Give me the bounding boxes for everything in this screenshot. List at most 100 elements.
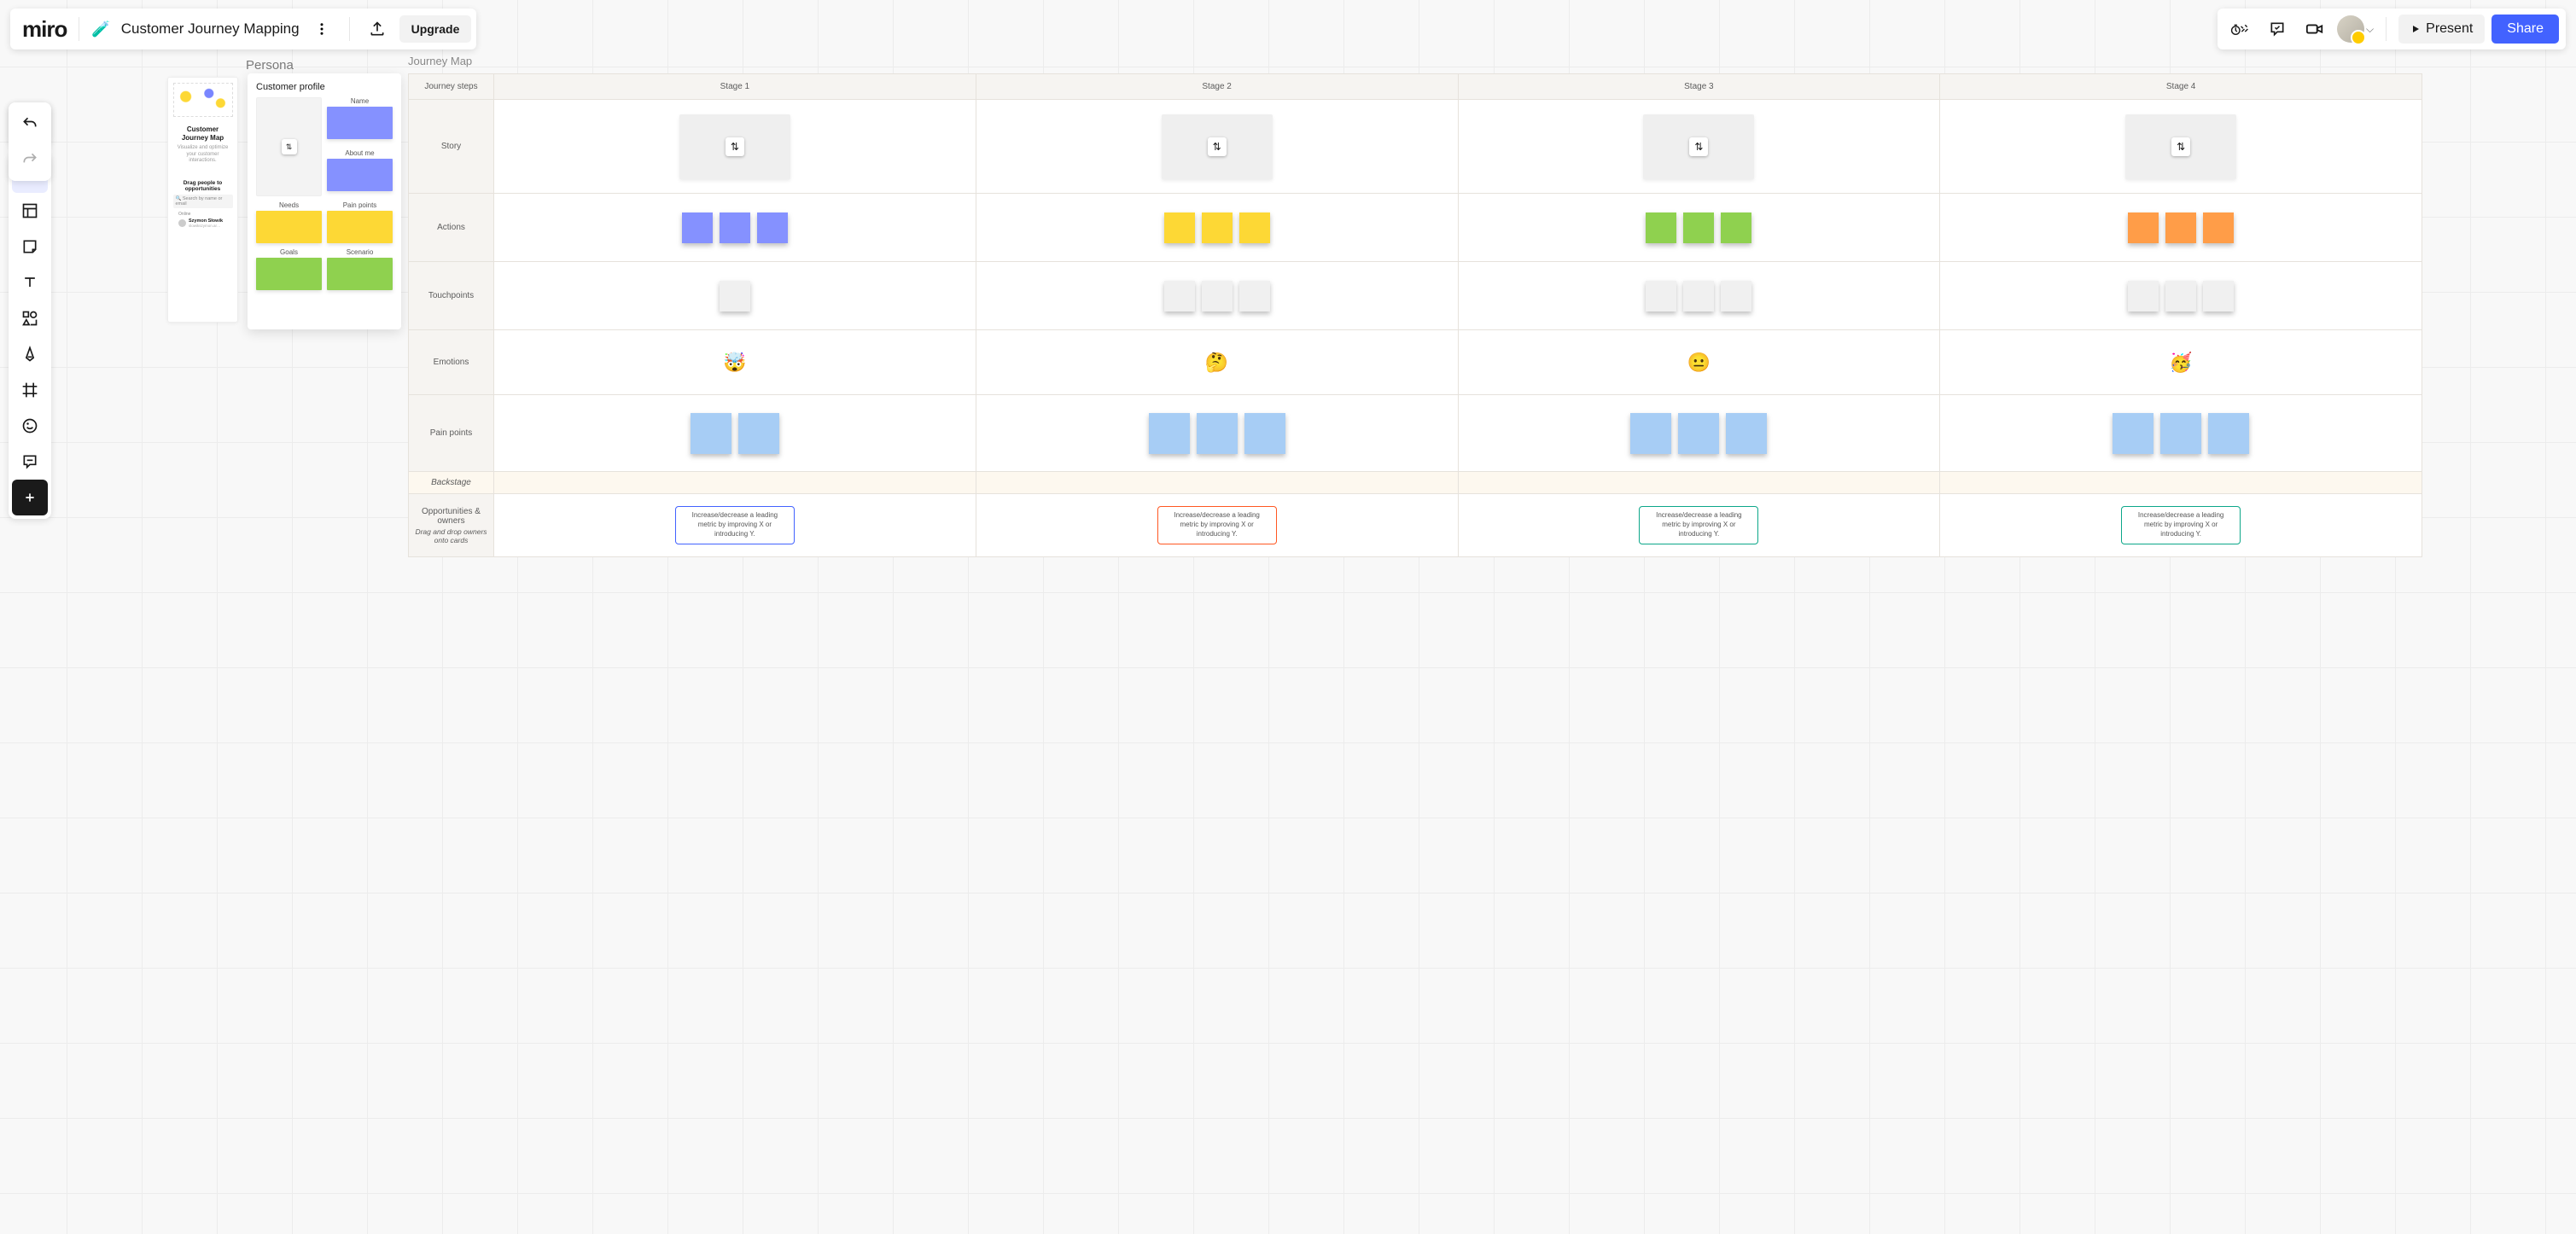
touch-cell-1[interactable] [494, 262, 976, 330]
profile-scenario-slot[interactable]: Scenario [327, 248, 393, 290]
story-cell-4[interactable]: ⇅ [1940, 100, 2422, 194]
sticky-note[interactable] [2128, 212, 2159, 243]
undo-button[interactable] [12, 106, 48, 142]
pain-cell-1[interactable] [494, 395, 976, 472]
opportunity-card[interactable]: Increase/decrease a leading metric by im… [675, 506, 795, 544]
sticky-note[interactable] [720, 212, 750, 243]
timer-button[interactable] [2224, 14, 2255, 44]
backstage-cell-3[interactable] [1459, 472, 1941, 494]
customer-profile-frame[interactable]: Customer profile ⇅ Name About me Needs P… [248, 73, 401, 329]
swap-icon[interactable]: ⇅ [726, 137, 744, 156]
emotion-emoji[interactable]: 😐 [1687, 352, 1711, 374]
board-emoji-icon[interactable]: 🧪 [91, 20, 110, 38]
pain-cell-3[interactable] [1459, 395, 1941, 472]
story-cell-2[interactable]: ⇅ [976, 100, 1459, 194]
miro-logo[interactable]: miro [22, 16, 67, 43]
sticky-note[interactable] [1646, 212, 1676, 243]
story-cell-3[interactable]: ⇅ [1459, 100, 1941, 194]
sticky-note[interactable] [1721, 212, 1751, 243]
sticky-note[interactable] [738, 413, 779, 454]
sticky-green[interactable] [327, 258, 393, 290]
sticky-note[interactable] [720, 281, 750, 311]
sticky-note[interactable] [2128, 281, 2159, 311]
sticky-note[interactable] [1646, 281, 1676, 311]
header-stage-1[interactable]: Stage 1 [494, 74, 976, 100]
sticky-green[interactable] [256, 258, 322, 290]
opp-cell-2[interactable]: Increase/decrease a leading metric by im… [976, 494, 1459, 557]
header-stage-2[interactable]: Stage 2 [976, 74, 1459, 100]
journey-map-table[interactable]: Journey steps Stage 1 Stage 2 Stage 3 St… [408, 73, 2422, 557]
profile-needs-slot[interactable]: Needs [256, 201, 322, 243]
sticky-note[interactable] [1678, 413, 1719, 454]
board-title[interactable]: Customer Journey Mapping [121, 20, 300, 38]
header-stage-4[interactable]: Stage 4 [1940, 74, 2422, 100]
emotions-cell-1[interactable]: 🤯 [494, 330, 976, 395]
persona-preview-frame[interactable]: Customer Journey Map Visualize and optim… [167, 77, 238, 323]
sticky-note[interactable] [2165, 212, 2196, 243]
image-placeholder[interactable]: ⇅ [679, 114, 790, 179]
sticky-note[interactable] [2203, 281, 2234, 311]
sticky-purple[interactable] [327, 107, 393, 139]
user-menu[interactable]: ⌵ [2337, 15, 2374, 43]
actions-cell-3[interactable] [1459, 194, 1941, 262]
opp-cell-3[interactable]: Increase/decrease a leading metric by im… [1459, 494, 1941, 557]
image-placeholder[interactable]: ⇅ [1162, 114, 1273, 179]
sticky-note[interactable] [2113, 413, 2153, 454]
swap-icon[interactable]: ⇅ [282, 139, 297, 154]
opportunity-card[interactable]: Increase/decrease a leading metric by im… [2121, 506, 2241, 544]
user-row[interactable]: Szymon Słowik slowikszymon.ar… [178, 218, 223, 228]
sticky-note[interactable] [691, 413, 731, 454]
sticky-note[interactable] [1244, 413, 1285, 454]
emotion-emoji[interactable]: 🥳 [2169, 352, 2192, 374]
swap-icon[interactable]: ⇅ [1208, 137, 1227, 156]
opportunity-card[interactable]: Increase/decrease a leading metric by im… [1157, 506, 1277, 544]
sticky-note[interactable] [1721, 281, 1751, 311]
sticky-note[interactable] [1239, 281, 1270, 311]
sticky-note[interactable] [1197, 413, 1238, 454]
sticky-purple[interactable] [327, 159, 393, 191]
emotions-cell-2[interactable]: 🤔 [976, 330, 1459, 395]
profile-image-slot[interactable]: ⇅ [256, 97, 322, 196]
sticky-note[interactable] [2165, 281, 2196, 311]
actions-cell-4[interactable] [1940, 194, 2422, 262]
opportunity-card[interactable]: Increase/decrease a leading metric by im… [1639, 506, 1758, 544]
sticky-note[interactable] [682, 212, 713, 243]
sticky-note[interactable] [2208, 413, 2249, 454]
present-button[interactable]: Present [2398, 15, 2485, 44]
sticky-note[interactable] [1164, 281, 1195, 311]
sticky-note[interactable] [1202, 281, 1233, 311]
sticky-note[interactable] [1164, 212, 1195, 243]
backstage-cell-4[interactable] [1940, 472, 2422, 494]
redo-button[interactable] [12, 142, 48, 178]
more-options-button[interactable] [306, 14, 337, 44]
export-button[interactable] [362, 14, 393, 44]
canvas[interactable]: Persona Journey Map Customer Journey Map… [0, 0, 2576, 1234]
opp-cell-1[interactable]: Increase/decrease a leading metric by im… [494, 494, 976, 557]
touch-cell-4[interactable] [1940, 262, 2422, 330]
emotions-cell-4[interactable]: 🥳 [1940, 330, 2422, 395]
emotions-cell-3[interactable]: 😐 [1459, 330, 1941, 395]
emotion-emoji[interactable]: 🤔 [1205, 352, 1228, 374]
emotion-emoji[interactable]: 🤯 [723, 352, 746, 374]
profile-name-slot[interactable]: Name [327, 97, 393, 144]
swap-icon[interactable]: ⇅ [1689, 137, 1708, 156]
video-button[interactable] [2299, 14, 2330, 44]
reactions-button[interactable] [2262, 14, 2293, 44]
pain-cell-4[interactable] [1940, 395, 2422, 472]
sticky-note[interactable] [1630, 413, 1671, 454]
backstage-cell-1[interactable] [494, 472, 976, 494]
profile-about-slot[interactable]: About me [327, 149, 393, 196]
sticky-yellow[interactable] [327, 211, 393, 243]
image-placeholder[interactable]: ⇅ [2125, 114, 2236, 179]
image-placeholder[interactable]: ⇅ [1643, 114, 1754, 179]
sticky-note[interactable] [1202, 212, 1233, 243]
share-button[interactable]: Share [2491, 15, 2559, 44]
sticky-note[interactable] [1726, 413, 1767, 454]
sticky-note[interactable] [2203, 212, 2234, 243]
swap-icon[interactable]: ⇅ [2171, 137, 2190, 156]
touch-cell-3[interactable] [1459, 262, 1941, 330]
header-stage-3[interactable]: Stage 3 [1459, 74, 1941, 100]
sticky-note[interactable] [2160, 413, 2201, 454]
people-search[interactable]: 🔍 Search by name or email [173, 195, 233, 208]
profile-pain-slot[interactable]: Pain points [327, 201, 393, 243]
